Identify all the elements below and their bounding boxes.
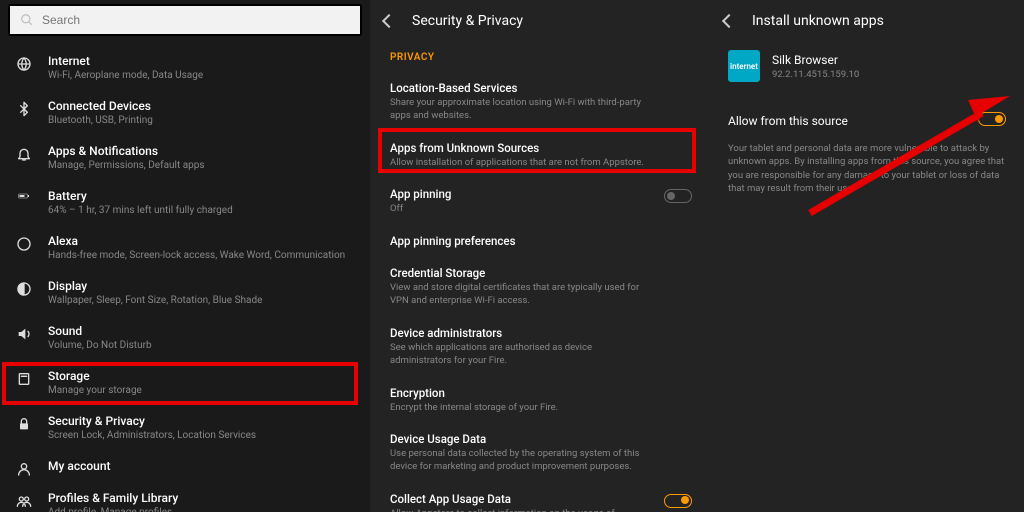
- setting-encryption[interactable]: Encryption Encrypt the internal storage …: [370, 378, 710, 425]
- ring-icon: [16, 236, 32, 252]
- sidebar-item-sub: Manage your storage: [48, 385, 354, 396]
- sidebar-item-title: My account: [48, 459, 354, 473]
- settings-list: Internet Wi-Fi, Aeroplane mode, Data Usa…: [0, 40, 370, 512]
- setting-sub: Encrypt the internal storage of your Fir…: [390, 402, 690, 415]
- setting-title: Collect App Usage Data: [390, 492, 690, 506]
- sidebar-item-sub: Wallpaper, Sleep, Font Size, Rotation, B…: [48, 295, 354, 306]
- search-input[interactable]: [42, 13, 350, 27]
- back-icon[interactable]: [722, 14, 736, 28]
- setting-title: Device Usage Data: [390, 432, 690, 446]
- setting-sub: Use personal data collected by the opera…: [390, 448, 690, 474]
- disp-icon: [16, 281, 32, 297]
- setting-sub: See which applications are authorised as…: [390, 342, 690, 368]
- app-version: 92.2.11.4515.159.10: [772, 69, 859, 80]
- setting-title: Device administrators: [390, 326, 690, 340]
- sidebar-item-my-account[interactable]: My account: [0, 451, 370, 483]
- app-row: internet Silk Browser 92.2.11.4515.159.1…: [710, 42, 1024, 90]
- setting-title: Credential Storage: [390, 266, 690, 280]
- search-icon: [20, 13, 34, 27]
- sidebar-item-title: Security & Privacy: [48, 414, 354, 428]
- setting-sub: Off: [390, 203, 690, 216]
- sidebar-item-battery[interactable]: Battery 64% – 1 hr, 37 mins left until f…: [0, 181, 370, 226]
- sidebar-item-internet[interactable]: Internet Wi-Fi, Aeroplane mode, Data Usa…: [0, 46, 370, 91]
- unknown-apps-warning: Your tablet and personal data are more v…: [710, 134, 1024, 203]
- toggle[interactable]: [664, 494, 692, 508]
- sidebar-item-title: Profiles & Family Library: [48, 491, 354, 505]
- allow-from-source-toggle[interactable]: [978, 112, 1006, 126]
- setting-title: Encryption: [390, 386, 690, 400]
- setting-sub: Allow Appstore to collect information on…: [390, 508, 690, 512]
- setting-location-based-services[interactable]: Location-Based Services Share your appro…: [370, 73, 710, 133]
- page-title: Install unknown apps: [752, 13, 884, 29]
- section-label-privacy: PRIVACY: [370, 42, 710, 73]
- store-icon: [16, 371, 32, 387]
- setting-title: Location-Based Services: [390, 81, 690, 95]
- sidebar-item-connected-devices[interactable]: Connected Devices Bluetooth, USB, Printi…: [0, 91, 370, 136]
- setting-sub: Share your approximate location using Wi…: [390, 97, 690, 123]
- sidebar-item-sub: Add profile, Manage profiles: [48, 507, 354, 512]
- sidebar-item-security-privacy[interactable]: Security & Privacy Screen Lock, Administ…: [0, 406, 370, 451]
- install-unknown-header: Install unknown apps: [710, 0, 1024, 42]
- setting-device-administrators[interactable]: Device administrators See which applicat…: [370, 318, 710, 378]
- sidebar-item-title: Storage: [48, 369, 354, 383]
- sidebar-item-sub: Screen Lock, Administrators, Location Se…: [48, 430, 354, 441]
- setting-title: Apps from Unknown Sources: [390, 141, 690, 155]
- setting-sub: Allow installation of applications that …: [390, 157, 690, 170]
- page-title: Security & Privacy: [412, 13, 523, 29]
- setting-title: App pinning preferences: [390, 234, 690, 248]
- sidebar-item-profiles-family-library[interactable]: Profiles & Family Library Add profile, M…: [0, 483, 370, 512]
- bell-icon: [16, 146, 32, 162]
- sidebar-item-sound[interactable]: Sound Volume, Do Not Disturb: [0, 316, 370, 361]
- setting-app-pinning-preferences[interactable]: App pinning preferences: [370, 226, 710, 258]
- setting-credential-storage[interactable]: Credential Storage View and store digita…: [370, 258, 710, 318]
- sidebar-item-title: Apps & Notifications: [48, 144, 354, 158]
- sidebar-item-title: Sound: [48, 324, 354, 338]
- sidebar-item-title: Connected Devices: [48, 99, 354, 113]
- sidebar-item-sub: Manage, Permissions, Default apps: [48, 160, 354, 171]
- lock-icon: [16, 416, 32, 432]
- back-icon[interactable]: [382, 14, 396, 28]
- sidebar-item-display[interactable]: Display Wallpaper, Sleep, Font Size, Rot…: [0, 271, 370, 316]
- sidebar-item-title: Battery: [48, 189, 354, 203]
- sound-icon: [16, 326, 32, 342]
- search-bar[interactable]: [8, 4, 362, 36]
- globe-icon: [16, 56, 32, 72]
- sidebar-item-title: Alexa: [48, 234, 354, 248]
- sidebar-item-apps-notifications[interactable]: Apps & Notifications Manage, Permissions…: [0, 136, 370, 181]
- batt-icon: [16, 191, 32, 207]
- sidebar-item-sub: 64% – 1 hr, 37 mins left until fully cha…: [48, 205, 354, 216]
- sidebar-item-sub: Wi-Fi, Aeroplane mode, Data Usage: [48, 70, 354, 81]
- setting-sub: View and store digital certificates that…: [390, 282, 690, 308]
- sidebar-item-sub: Hands-free mode, Screen-lock access, Wak…: [48, 250, 354, 261]
- setting-apps-from-unknown-sources[interactable]: Apps from Unknown Sources Allow installa…: [370, 133, 710, 180]
- sidebar-item-title: Internet: [48, 54, 354, 68]
- sidebar-item-sub: Volume, Do Not Disturb: [48, 340, 354, 351]
- bt-icon: [16, 101, 32, 117]
- setting-app-pinning[interactable]: App pinning Off: [370, 179, 710, 226]
- user-icon: [16, 461, 32, 477]
- silk-browser-icon: internet: [728, 50, 760, 82]
- sidebar-item-title: Display: [48, 279, 354, 293]
- app-name: Silk Browser: [772, 53, 859, 67]
- sidebar-item-storage[interactable]: Storage Manage your storage: [0, 361, 370, 406]
- security-privacy-header: Security & Privacy: [370, 0, 710, 42]
- setting-device-usage-data[interactable]: Device Usage Data Use personal data coll…: [370, 424, 710, 484]
- allow-from-source-row[interactable]: Allow from this source: [710, 90, 1024, 134]
- toggle[interactable]: [664, 189, 692, 203]
- sidebar-item-alexa[interactable]: Alexa Hands-free mode, Screen-lock acces…: [0, 226, 370, 271]
- group-icon: [16, 493, 32, 509]
- setting-collect-app-usage-data[interactable]: Collect App Usage Data Allow Appstore to…: [370, 484, 710, 512]
- setting-title: App pinning: [390, 187, 690, 201]
- allow-from-source-label: Allow from this source: [728, 114, 1006, 128]
- sidebar-item-sub: Bluetooth, USB, Printing: [48, 115, 354, 126]
